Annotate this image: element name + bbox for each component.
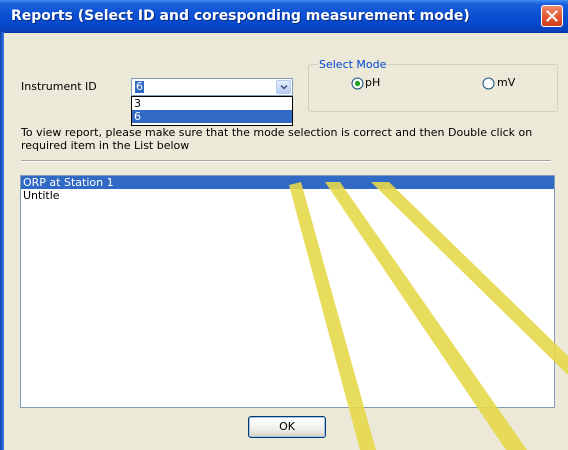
instrument-id-dropdown-list: 3 6 bbox=[131, 96, 293, 126]
radio-icon[interactable] bbox=[482, 77, 495, 90]
chevron-down-icon bbox=[280, 84, 288, 90]
window-title: Reports (Select ID and coresponding meas… bbox=[11, 8, 470, 24]
dropdown-button[interactable] bbox=[276, 80, 291, 94]
ok-button[interactable]: OK bbox=[248, 416, 326, 438]
instrument-id-label: Instrument ID bbox=[21, 80, 97, 93]
radio-ph-label[interactable]: pH bbox=[365, 76, 380, 89]
separator bbox=[21, 160, 551, 162]
select-mode-group: Select Mode pH mV bbox=[308, 58, 558, 112]
radio-mv-label[interactable]: mV bbox=[497, 76, 515, 89]
close-button[interactable] bbox=[541, 5, 563, 27]
close-icon bbox=[546, 10, 558, 22]
dropdown-option[interactable]: 3 bbox=[132, 97, 292, 110]
reports-dialog: Reports (Select ID and coresponding meas… bbox=[0, 0, 568, 450]
title-bar[interactable]: Reports (Select ID and coresponding meas… bbox=[0, 0, 568, 33]
select-mode-label: Select Mode bbox=[317, 58, 389, 71]
instrument-id-value: 6 bbox=[135, 80, 144, 93]
instrument-id-combobox[interactable]: 6 bbox=[131, 78, 293, 96]
window-border bbox=[0, 32, 4, 450]
dropdown-option-selected[interactable]: 6 bbox=[132, 110, 292, 123]
list-item[interactable]: ORP at Station 1 bbox=[21, 176, 554, 189]
reports-list[interactable]: ORP at Station 1 Untitle bbox=[20, 175, 555, 408]
instructions-text: To view report, please make sure that th… bbox=[21, 126, 533, 152]
list-item[interactable]: Untitle bbox=[21, 189, 554, 202]
radio-icon[interactable] bbox=[351, 77, 364, 90]
